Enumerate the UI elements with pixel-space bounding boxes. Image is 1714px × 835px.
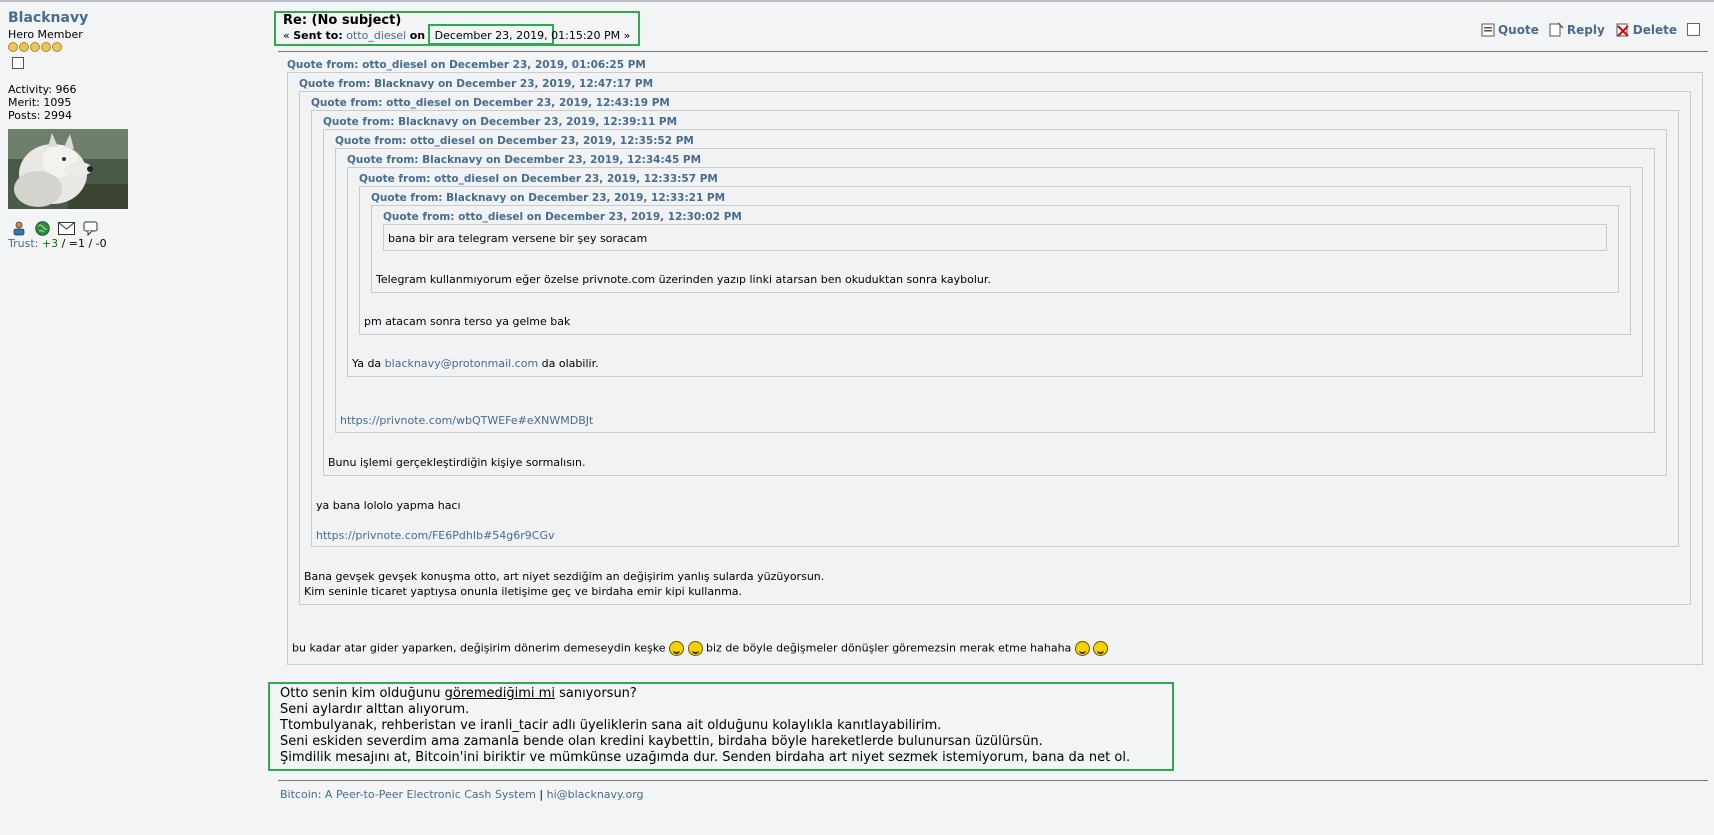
sent-to-line: « Sent to: otto_diesel on December 23, 2… xyxy=(283,29,630,42)
sent-prefix: « xyxy=(283,29,294,42)
sent-to-label: Sent to: xyxy=(293,29,343,42)
smiley-icon xyxy=(1093,641,1109,656)
quote-text-6: Ya da blacknavy@protonmail.com da olabil… xyxy=(352,357,599,370)
trust-neutral: =1 xyxy=(68,237,85,250)
posts-stat: Posts: 2994 xyxy=(8,109,72,122)
quote-header-4[interactable]: Quote from: Blacknavy on December 23, 20… xyxy=(323,116,677,128)
merit-stat: Merit: 1095 xyxy=(8,96,72,109)
quote-header-8[interactable]: Quote from: Blacknavy on December 23, 20… xyxy=(371,192,725,204)
star-icon xyxy=(52,42,62,52)
top-border xyxy=(0,0,1714,2)
trust-score: Trust: +3 / =1 / -0 xyxy=(8,237,258,250)
recipient-link[interactable]: otto_diesel xyxy=(346,29,406,42)
post-subject[interactable]: Re: (No subject) xyxy=(283,13,401,28)
trust-separator: / xyxy=(85,237,96,250)
delete-button[interactable]: Delete xyxy=(1615,22,1677,37)
message-line-1-post: sanıyorsun? xyxy=(554,686,637,701)
smiley-icon xyxy=(687,641,703,656)
on-label: on xyxy=(409,29,426,42)
smiley-icon xyxy=(1074,641,1090,656)
star-icon xyxy=(19,42,29,52)
quote-button[interactable]: Quote xyxy=(1481,23,1539,37)
quote-label: Quote xyxy=(1497,22,1539,37)
post-time: 01:15:20 PM xyxy=(551,29,621,42)
reply-label: Reply xyxy=(1566,22,1605,37)
ignore-checkbox[interactable] xyxy=(12,57,24,69)
signature-divider xyxy=(278,780,1708,781)
privnote-link-2[interactable]: https://privnote.com/FE6PdhIb#54g6r9CGv xyxy=(316,529,555,542)
quote-text-8: Telegram kullanmıyorum eğer özelse privn… xyxy=(376,273,991,286)
quote-text-7: pm atacam sonra terso ya gelme bak xyxy=(364,315,571,328)
message-body: Otto senin kim olduğunu göremediğimi mi … xyxy=(280,686,1130,766)
trust-positive: +3 xyxy=(41,237,59,250)
signature: Bitcoin: A Peer-to-Peer Electronic Cash … xyxy=(280,788,644,801)
quote-icon xyxy=(1481,23,1495,36)
signature-separator: | xyxy=(535,788,547,801)
smiley-icon xyxy=(669,641,685,656)
quote-text-1: bu kadar atar gider yaparken, değişirim … xyxy=(292,641,1109,656)
delete-icon xyxy=(1616,23,1629,37)
website-globe-icon[interactable] xyxy=(35,221,50,236)
activity-stat: Activity: 966 xyxy=(8,83,77,96)
trust-label[interactable]: Trust: xyxy=(8,237,38,250)
quote-header-2[interactable]: Quote from: Blacknavy on December 23, 20… xyxy=(299,78,653,90)
post-date: December 23, 2019, xyxy=(434,29,548,42)
select-post-checkbox[interactable] xyxy=(1687,23,1700,36)
privnote-link-1[interactable]: https://privnote.com/wbQTWEFe#eXNWMDBJt xyxy=(340,414,593,427)
bitcoin-whitepaper-link[interactable]: Bitcoin: A Peer-to-Peer Electronic Cash … xyxy=(280,788,536,801)
star-icon xyxy=(41,42,51,52)
email-envelope-icon[interactable] xyxy=(58,222,75,235)
sent-suffix: » xyxy=(620,29,631,42)
reply-button[interactable]: Reply xyxy=(1549,22,1605,37)
message-line-1: Otto senin kim olduğunu göremediğimi mi … xyxy=(280,686,1130,702)
header-divider xyxy=(278,51,1708,52)
reply-icon xyxy=(1549,22,1564,37)
quote-header-3[interactable]: Quote from: otto_diesel on December 23, … xyxy=(311,97,670,109)
quote-text-4: Bunu işlemi gerçekleştirdiğin kişiye sor… xyxy=(328,456,586,469)
message-underlined: göremediğimi mi xyxy=(444,686,555,701)
quote-header-6[interactable]: Quote from: Blacknavy on December 23, 20… xyxy=(347,154,701,166)
user-profile-icon[interactable] xyxy=(12,221,27,236)
message-line-4: Seni eskiden severdim ama zamanla bende … xyxy=(280,734,1043,749)
quote-header-7[interactable]: Quote from: otto_diesel on December 23, … xyxy=(359,173,718,185)
personal-message-icon[interactable] xyxy=(83,221,98,236)
quote-text-2-line1: Bana gevşek gevşek konuşma otto, art niy… xyxy=(304,570,825,583)
poster-rank: Hero Member xyxy=(8,28,83,41)
post-actions: Quote Reply Delete xyxy=(1481,22,1700,37)
star-icon xyxy=(30,42,40,52)
poster-name-link[interactable]: Blacknavy xyxy=(8,10,258,27)
quote-text-2-line2: Kim seninle ticaret yaptıysa onunla ilet… xyxy=(304,585,743,598)
trust-separator: / xyxy=(58,237,69,250)
contact-email-link[interactable]: hi@blacknavy.org xyxy=(547,788,644,801)
quote-text-9: bana bir ara telegram versene bir şey so… xyxy=(388,232,648,245)
message-line-3: Ttombulyanak, rehberistan ve iranli_taci… xyxy=(280,718,942,733)
poster-info: Blacknavy Hero Member Activity: 966 Meri… xyxy=(8,10,258,250)
quote-text-6-post: da olabilir. xyxy=(538,357,599,370)
contact-icons xyxy=(12,221,258,236)
trust-negative: -0 xyxy=(95,237,107,250)
quote-text-1-pre: bu kadar atar gider yaparken, değişirim … xyxy=(292,641,666,655)
rank-stars xyxy=(8,42,258,52)
quote-text-3: ya bana lololo yapma hacı xyxy=(316,499,461,512)
email-link[interactable]: blacknavy@protonmail.com xyxy=(385,357,539,370)
poster-stats: Activity: 966 Merit: 1095 Posts: 2994 xyxy=(8,83,258,122)
quote-header-5[interactable]: Quote from: otto_diesel on December 23, … xyxy=(335,135,694,147)
star-icon xyxy=(8,42,18,52)
quote-text-1-mid: biz de böyle değişmeler dönüşler göremez… xyxy=(706,641,1072,655)
quote-header-1[interactable]: Quote from: otto_diesel on December 23, … xyxy=(287,59,646,71)
message-line-2: Seni aylardır alttan alıyorum. xyxy=(280,702,470,717)
quote-text-6-pre: Ya da xyxy=(352,357,385,370)
avatar xyxy=(8,129,128,209)
quote-header-9[interactable]: Quote from: otto_diesel on December 23, … xyxy=(383,211,742,223)
delete-label: Delete xyxy=(1632,22,1677,37)
message-line-1-pre: Otto senin kim olduğunu xyxy=(280,686,445,701)
message-line-5: Şimdilik mesajını at, Bitcoin'ini birikt… xyxy=(280,750,1131,765)
